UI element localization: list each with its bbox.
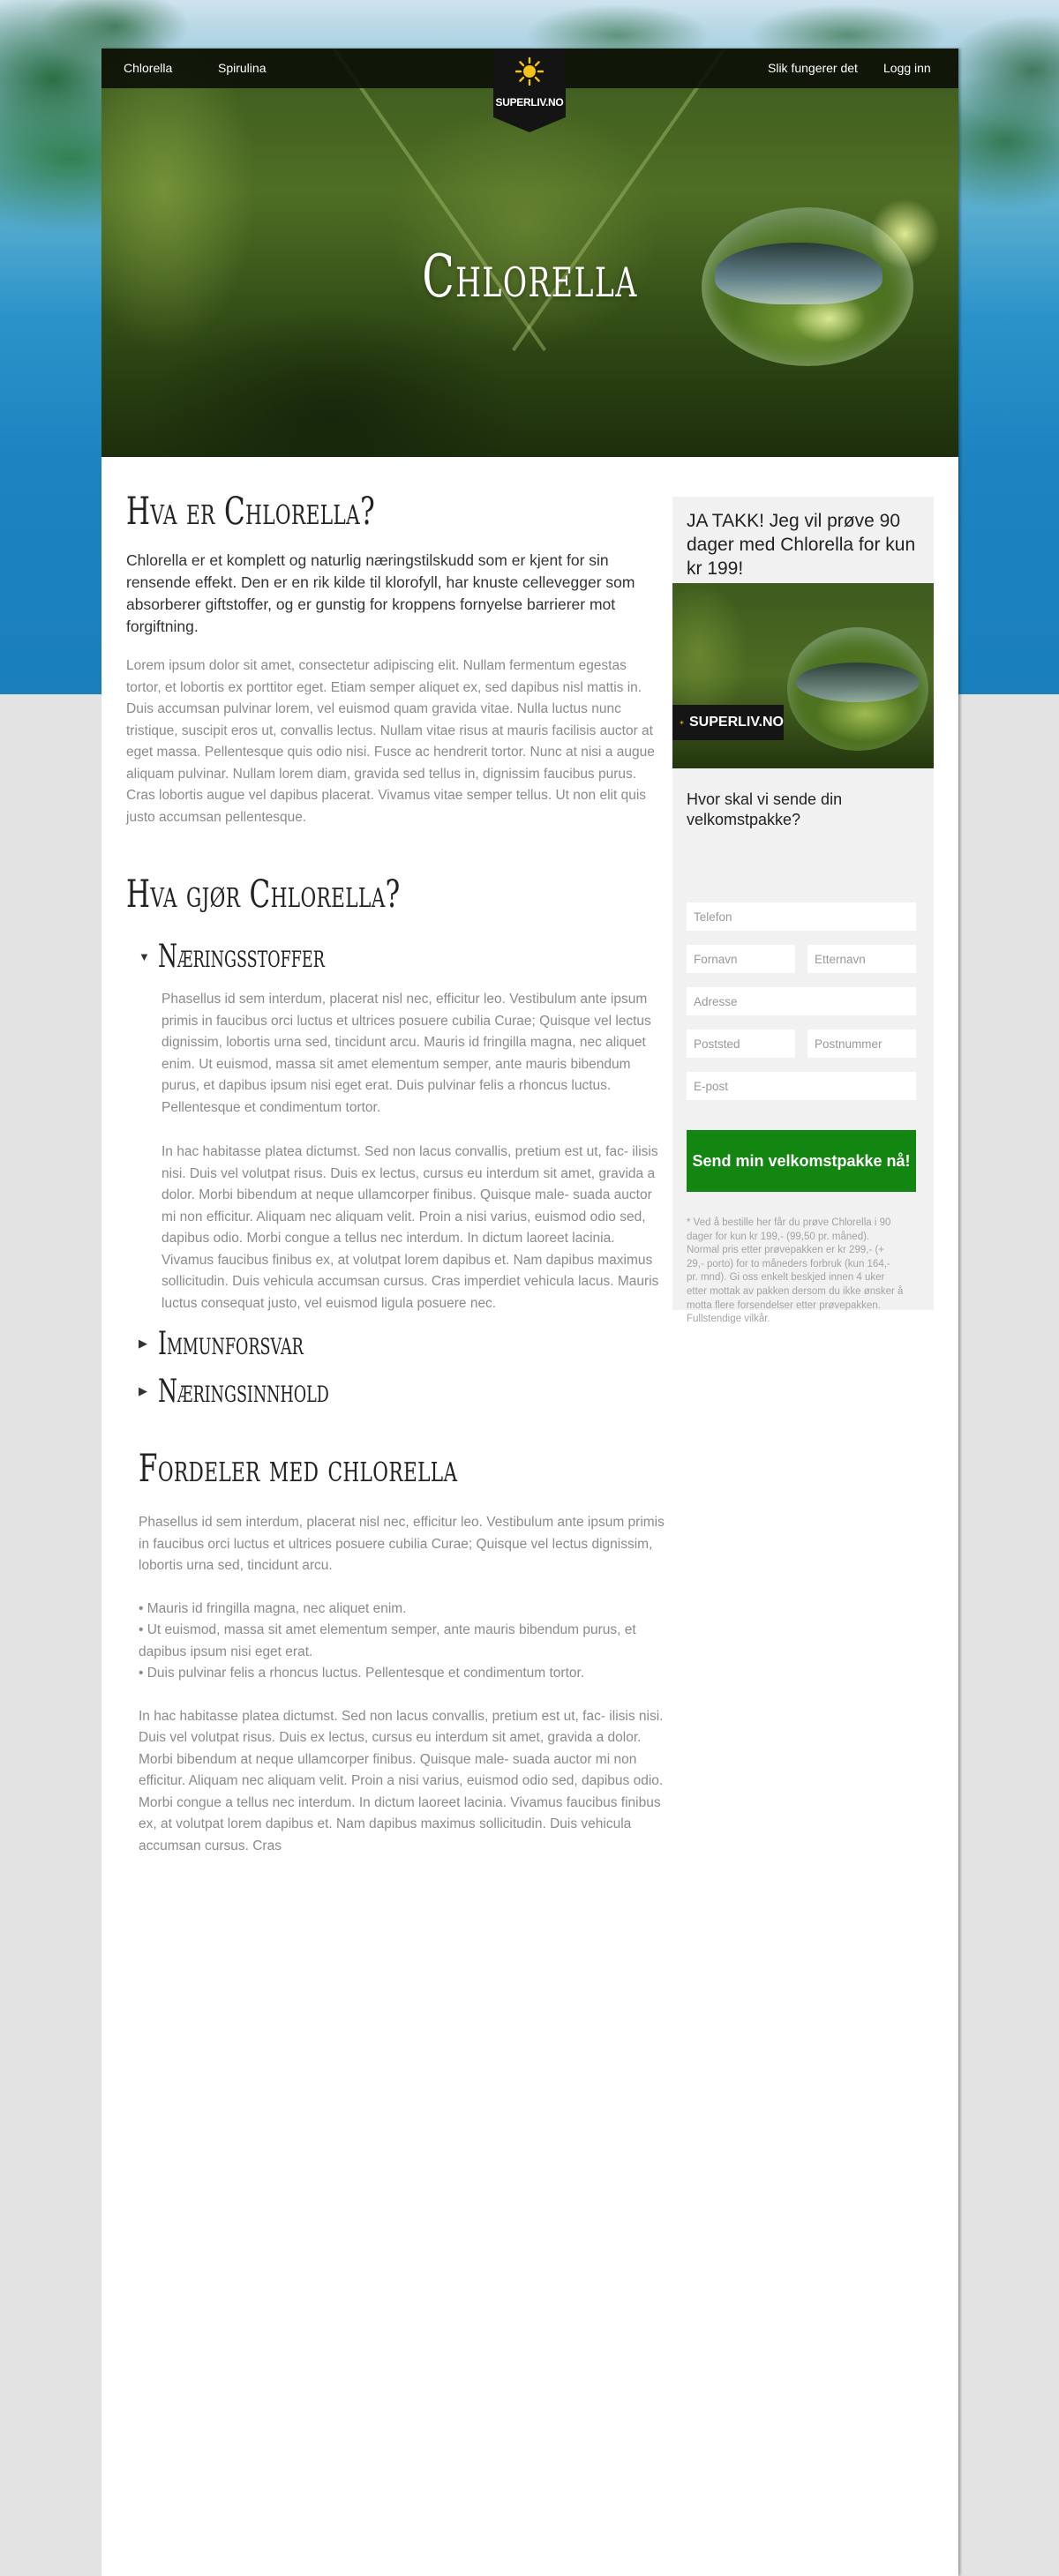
list-item: • Duis pulvinar felis a rhoncus luctus. … xyxy=(139,1666,585,1681)
benefits-paragraph: Phasellus id sem interdum, placerat nisl… xyxy=(139,1515,665,1573)
accordion-paragraph: Phasellus id sem interdum, placerat nisl… xyxy=(161,992,651,1115)
nav-link-how-it-works[interactable]: Slik fungerer det xyxy=(768,61,858,75)
first-name-field[interactable] xyxy=(687,945,795,973)
accordion-item-nutrients[interactable]: ▼ Næringsstoffer xyxy=(126,938,665,975)
light-glare xyxy=(869,198,940,269)
benefits-body: Phasellus id sem interdum, placerat nisl… xyxy=(126,1512,665,1857)
accordion-item-nutrition[interactable]: ▶ Næringsinnhold xyxy=(126,1373,665,1410)
benefits-list: • Mauris id fringilla magna, nec aliquet… xyxy=(139,1599,665,1685)
logo-badge: SUPERLIV.NO xyxy=(672,705,784,740)
nav-link-spirulina[interactable]: Spirulina xyxy=(218,61,266,75)
accordion-item-immune[interactable]: ▶ Immunforsvar xyxy=(126,1325,665,1362)
badge-text: SUPERLIV.NO xyxy=(689,715,784,730)
email-field[interactable] xyxy=(687,1072,916,1100)
promo-image: SUPERLIV.NO xyxy=(672,583,934,768)
phone-field[interactable] xyxy=(687,902,916,931)
sun-logo-icon xyxy=(680,720,684,725)
page-container: Chlorella Chlorella Spirulina Slik funge… xyxy=(101,49,958,2576)
address-field[interactable] xyxy=(687,987,916,1015)
form-title: Hvor skal vi sende din velkomstpakke? xyxy=(687,790,843,828)
triangle-right-icon: ▶ xyxy=(139,1384,147,1397)
hero-title: Chlorella xyxy=(422,243,638,311)
disclaimer-text: * Ved å bestille her får du prøve Chlore… xyxy=(687,1217,904,1325)
benefits-paragraph: In hac habitasse platea dictumst. Sed no… xyxy=(139,1708,664,1853)
accordion-title: Immunforsvar xyxy=(158,1325,304,1362)
zip-field[interactable] xyxy=(807,1030,916,1058)
nav-link-chlorella[interactable]: Chlorella xyxy=(124,61,172,75)
order-sidebar: JA TAKK! Jeg vil prøve 90 dager med Chlo… xyxy=(672,497,934,1324)
section-title-benefits: Fordeler med chlorella xyxy=(139,1447,458,1491)
intro-body: Lorem ipsum dolor sit amet, consectetur … xyxy=(126,658,655,825)
offer-heading: JA TAKK! Jeg vil prøve 90 dager med Chlo… xyxy=(687,511,916,579)
section-title-what-does: Hva gjør Chlorella? xyxy=(126,872,401,917)
accordion-title: Næringsstoffer xyxy=(158,938,325,975)
list-item: • Mauris id fringilla magna, nec aliquet… xyxy=(139,1600,407,1616)
last-name-field[interactable] xyxy=(807,945,916,973)
nav-link-login[interactable]: Logg inn xyxy=(883,61,931,75)
triangle-right-icon: ▶ xyxy=(139,1337,147,1350)
intro-lead: Chlorella er et komplett og naturlig nær… xyxy=(126,551,635,635)
section-title-what-is: Hva er Chlorella? xyxy=(126,490,376,534)
submit-order-button[interactable]: Send min velkomstpakke nå! xyxy=(687,1130,916,1192)
sun-logo-icon xyxy=(515,57,544,86)
list-item: • Ut euismod, massa sit amet elementum s… xyxy=(139,1622,636,1659)
triangle-down-icon: ▼ xyxy=(139,949,150,963)
accordion-paragraph: In hac habitasse platea dictumst. Sed no… xyxy=(161,1144,659,1311)
site-logo[interactable]: SUPERLIV.NO xyxy=(493,49,566,132)
accordion: ▼ Næringsstoffer Phasellus id sem interd… xyxy=(126,938,665,1410)
city-field[interactable] xyxy=(687,1030,795,1058)
accordion-panel: Phasellus id sem interdum, placerat nisl… xyxy=(126,989,665,1314)
logo-text: SUPERLIV.NO xyxy=(495,96,564,109)
main-content: Hva er Chlorella? Chlorella er et komple… xyxy=(126,490,665,1857)
accordion-title: Næringsinnhold xyxy=(158,1373,329,1410)
